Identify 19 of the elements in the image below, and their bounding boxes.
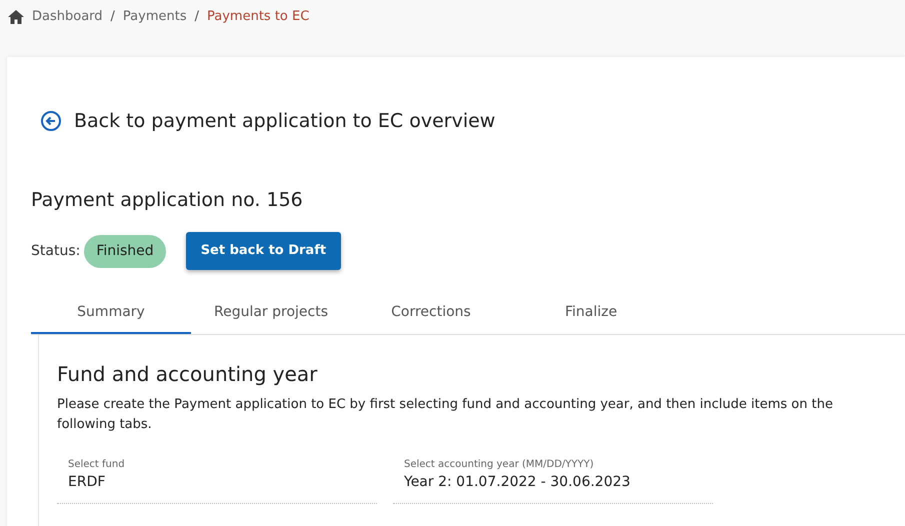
breadcrumb-separator: / xyxy=(194,8,199,26)
tab[interactable]: Corrections xyxy=(351,292,511,334)
tab[interactable]: Finalize xyxy=(511,292,671,334)
tab[interactable]: Regular projects xyxy=(191,292,351,334)
select-field[interactable]: Select fund ERDF xyxy=(57,457,377,504)
back-link[interactable]: Back to payment application to EC overview xyxy=(74,107,496,136)
set-back-to-draft-button[interactable]: Set back to Draft xyxy=(186,232,342,270)
status-label: Status: xyxy=(31,242,80,260)
home-icon[interactable] xyxy=(8,10,24,24)
tab[interactable]: Summary xyxy=(31,292,191,334)
breadcrumb-link[interactable]: Payments to EC xyxy=(207,7,310,27)
status-badge: Finished xyxy=(84,234,166,268)
page-title: Payment application no. 156 xyxy=(31,188,304,212)
breadcrumb-separator: / xyxy=(110,8,115,26)
breadcrumb-link[interactable]: Dashboard xyxy=(32,7,103,27)
section-description: Please create the Payment application to EC by first selecting fund and accounting year, and then include items on the following tabs. xyxy=(57,396,834,434)
select-field[interactable]: Select accounting year (MM/DD/YYYY) Year 2: 01.07.2022 - 30.06.2023 xyxy=(393,457,713,504)
section-heading: Fund and accounting year xyxy=(57,361,318,388)
breadcrumb-link[interactable]: Payments xyxy=(122,7,187,27)
